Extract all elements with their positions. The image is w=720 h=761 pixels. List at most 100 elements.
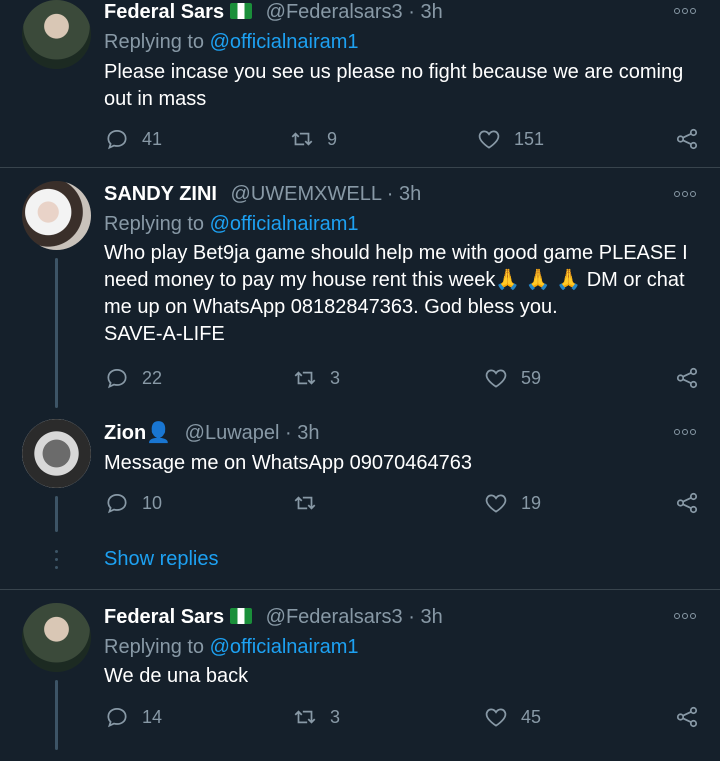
- like-button[interactable]: 151: [476, 126, 544, 152]
- tweet-2[interactable]: SANDY ZINI @UWEMXWELL · 3h Replying to @…: [0, 181, 720, 408]
- mention-link[interactable]: @officialnairam1: [210, 213, 359, 235]
- tweet-text: Who play Bet9ja game should help me with…: [104, 242, 688, 345]
- reply-count: 14: [142, 706, 163, 727]
- tweet-actions: 14 3 45: [104, 704, 704, 734]
- more-icon[interactable]: [674, 611, 698, 621]
- user-handle[interactable]: @UWEMXWELL: [231, 183, 382, 205]
- separator-dot: ·: [408, 1, 415, 23]
- reply-button[interactable]: 22: [104, 365, 162, 391]
- heart-icon: [485, 494, 507, 513]
- share-button[interactable]: [674, 126, 700, 152]
- retweet-count: 3: [330, 706, 341, 727]
- thread-line: [55, 258, 58, 408]
- display-name[interactable]: SANDY ZINI: [104, 183, 217, 205]
- reply-count: 41: [142, 128, 163, 149]
- reply-icon: [107, 494, 127, 514]
- separator-dot: ·: [285, 422, 292, 444]
- tweet-header: Federal Sars @Federalsars3 · 3h: [104, 605, 443, 629]
- avatar[interactable]: [22, 603, 91, 672]
- replying-prefix: Replying to: [104, 31, 205, 53]
- more-icon[interactable]: [674, 189, 698, 199]
- reply-button[interactable]: 41: [104, 126, 162, 152]
- heart-icon: [478, 130, 500, 149]
- avatar[interactable]: [22, 419, 91, 488]
- share-icon: [676, 492, 698, 514]
- share-icon: [676, 367, 698, 389]
- retweet-icon: [294, 496, 316, 510]
- more-icon[interactable]: [674, 6, 698, 16]
- reply-icon: [107, 708, 127, 728]
- tweet-3[interactable]: Zion👤 @Luwapel · 3h Message me on WhatsA…: [0, 419, 720, 532]
- thread-line: [55, 496, 58, 532]
- like-button[interactable]: 59: [483, 365, 541, 391]
- mention-link[interactable]: @officialnairam1: [210, 636, 359, 658]
- retweet-icon: [294, 371, 316, 385]
- share-button[interactable]: [674, 704, 700, 730]
- replying-to: Replying to @officialnairam1: [104, 212, 359, 236]
- reply-button[interactable]: 14: [104, 704, 162, 730]
- user-handle[interactable]: @Federalsars3: [266, 1, 403, 23]
- like-count: 151: [514, 128, 545, 149]
- timestamp[interactable]: 3h: [420, 606, 442, 628]
- tweet-header: SANDY ZINI @UWEMXWELL · 3h: [104, 182, 421, 206]
- tweet-actions: 22 3 59: [104, 365, 704, 395]
- share-icon: [676, 128, 698, 150]
- tweet-header: Zion👤 @Luwapel · 3h: [104, 421, 320, 445]
- share-icon: [676, 706, 698, 728]
- display-name[interactable]: Federal Sars: [104, 1, 224, 23]
- heart-icon: [485, 708, 507, 727]
- retweet-button[interactable]: [292, 490, 330, 516]
- share-button[interactable]: [674, 365, 700, 391]
- nigeria-flag-icon: [230, 608, 253, 624]
- avatar[interactable]: [22, 0, 91, 69]
- more-icon[interactable]: [674, 427, 698, 437]
- reply-count: 10: [142, 492, 163, 513]
- like-count: 45: [521, 706, 542, 727]
- timestamp[interactable]: 3h: [297, 422, 319, 444]
- user-handle[interactable]: @Federalsars3: [266, 606, 403, 628]
- retweet-count: 3: [330, 367, 341, 388]
- display-name[interactable]: Federal Sars: [104, 606, 224, 628]
- separator-dot: ·: [408, 606, 415, 628]
- retweet-count: 9: [327, 128, 338, 149]
- replying-prefix: Replying to: [104, 636, 205, 658]
- retweet-button[interactable]: 3: [292, 365, 340, 391]
- timestamp[interactable]: 3h: [420, 1, 442, 23]
- replying-to: Replying to @officialnairam1: [104, 635, 359, 659]
- tweet-actions: 41 9 151: [104, 126, 704, 156]
- display-name[interactable]: Zion👤: [104, 422, 171, 444]
- reply-icon: [107, 130, 127, 150]
- thread-continuation-dots: [55, 550, 58, 569]
- separator-dot: ·: [386, 183, 394, 205]
- tweet-4[interactable]: Federal Sars @Federalsars3 · 3h Replying…: [0, 603, 720, 761]
- share-button[interactable]: [674, 490, 700, 516]
- retweet-button[interactable]: 9: [289, 126, 337, 152]
- like-button[interactable]: 45: [483, 704, 541, 730]
- reply-icon: [107, 369, 127, 389]
- like-button[interactable]: 19: [483, 490, 541, 516]
- divider: [0, 589, 720, 590]
- reply-button[interactable]: 10: [104, 490, 162, 516]
- tweet-header: Federal Sars @Federalsars3 · 3h: [104, 0, 443, 24]
- heart-icon: [485, 369, 507, 388]
- retweet-icon: [294, 710, 316, 724]
- tweet-text: Please incase you see us please no fight…: [104, 61, 689, 110]
- replying-prefix: Replying to: [104, 213, 205, 235]
- reply-count: 22: [142, 367, 163, 388]
- replying-to: Replying to @officialnairam1: [104, 30, 359, 54]
- thread-line: [55, 680, 58, 750]
- divider: [0, 167, 720, 168]
- user-handle[interactable]: @Luwapel: [185, 422, 280, 444]
- tweet-text: We de una back: [104, 665, 249, 687]
- nigeria-flag-icon: [230, 3, 253, 19]
- mention-link[interactable]: @officialnairam1: [210, 31, 359, 53]
- timestamp[interactable]: 3h: [399, 183, 421, 205]
- tweet-actions: 10 19: [104, 490, 704, 520]
- tweet-1[interactable]: Federal Sars @Federalsars3 · 3h Replying…: [0, 0, 720, 167]
- tweet-text: Message me on WhatsApp 09070464763: [104, 452, 473, 474]
- show-replies-link[interactable]: Show replies: [104, 548, 219, 571]
- like-count: 59: [521, 367, 542, 388]
- avatar[interactable]: [22, 181, 91, 250]
- retweet-button[interactable]: 3: [292, 704, 340, 730]
- like-count: 19: [521, 492, 542, 513]
